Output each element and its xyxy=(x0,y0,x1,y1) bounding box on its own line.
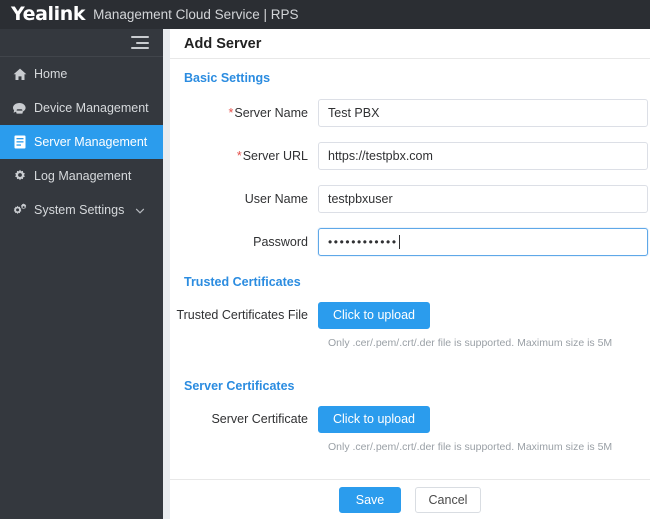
user-name-input[interactable] xyxy=(318,184,648,213)
server-certificate-upload-button[interactable]: Click to upload xyxy=(318,405,430,433)
gear-icon xyxy=(11,169,28,184)
required-asterisk: * xyxy=(228,105,234,120)
app-root: Yealink Management Cloud Service | RPS H… xyxy=(0,0,650,519)
yealink-logo: Yealink xyxy=(11,3,86,25)
form-row-server-name: *Server Name xyxy=(170,91,650,134)
server-url-input[interactable] xyxy=(318,141,648,170)
cancel-button[interactable]: Cancel xyxy=(415,486,481,513)
trusted-certificates-hint: Only .cer/.pem/.crt/.der file is support… xyxy=(328,337,613,349)
sidebar-item-label: Log Management xyxy=(34,169,132,183)
sidebar-item-label: Server Management xyxy=(34,135,148,149)
sidebar-item-log-management[interactable]: Log Management xyxy=(0,159,163,193)
home-icon xyxy=(11,67,28,82)
sidebar-item-label: Home xyxy=(34,67,68,81)
form-row-server-url: *Server URL xyxy=(170,134,650,177)
sidebar-item-system-settings[interactable]: System Settings xyxy=(0,193,163,227)
app-header: Yealink Management Cloud Service | RPS xyxy=(0,0,650,29)
sidebar-toggle-row xyxy=(0,29,163,57)
sidebar-item-label: Device Management xyxy=(34,101,149,115)
required-asterisk: * xyxy=(236,148,242,163)
text-caret xyxy=(398,234,400,249)
save-button[interactable]: Save xyxy=(339,486,401,513)
header-subtitle: Management Cloud Service | RPS xyxy=(93,6,299,22)
page-title: Add Server xyxy=(170,29,650,59)
sidebar-item-label: System Settings xyxy=(34,203,125,217)
label-server-certificate: Server Certificate xyxy=(211,412,308,426)
label-password: Password xyxy=(253,234,308,249)
section-heading-trusted-certificates: Trusted Certificates xyxy=(184,275,301,289)
server-document-icon xyxy=(11,135,28,150)
telephone-icon xyxy=(11,101,28,116)
server-certificates-hint: Only .cer/.pem/.crt/.der file is support… xyxy=(328,441,613,453)
form-row-password: Password •••••••••••• xyxy=(170,220,650,263)
label-server-name: *Server Name xyxy=(228,105,308,120)
label-trusted-certificates-file: Trusted Certificates File xyxy=(176,308,308,322)
sidebar-item-device-management[interactable]: Device Management xyxy=(0,91,163,125)
label-server-url: *Server URL xyxy=(236,148,308,163)
password-masked-value: •••••••••••• xyxy=(328,234,398,249)
chevron-down-icon[interactable] xyxy=(135,205,145,215)
form-footer: Save Cancel xyxy=(170,479,650,519)
sidebar-item-home[interactable]: Home xyxy=(0,57,163,91)
hamburger-menu-icon[interactable] xyxy=(131,36,149,49)
password-input[interactable]: •••••••••••• xyxy=(318,227,648,256)
content-panel: Add Server Basic Settings *Server Name *… xyxy=(170,29,650,519)
form-row-trusted-certificates-file: Trusted Certificates File Click to uploa… xyxy=(170,295,650,335)
form-row-server-certificate: Server Certificate Click to upload xyxy=(170,399,650,439)
section-heading-basic-settings: Basic Settings xyxy=(184,71,271,85)
trusted-certificate-upload-button[interactable]: Click to upload xyxy=(318,301,430,329)
cogs-icon xyxy=(11,203,28,218)
sidebar-item-server-management[interactable]: Server Management xyxy=(0,125,163,159)
form-row-user-name: User Name xyxy=(170,177,650,220)
sidebar: Home Device Management Server Management… xyxy=(0,29,163,519)
server-name-input[interactable] xyxy=(318,98,648,127)
section-heading-server-certificates: Server Certificates xyxy=(184,379,295,393)
label-user-name: User Name xyxy=(244,191,308,206)
